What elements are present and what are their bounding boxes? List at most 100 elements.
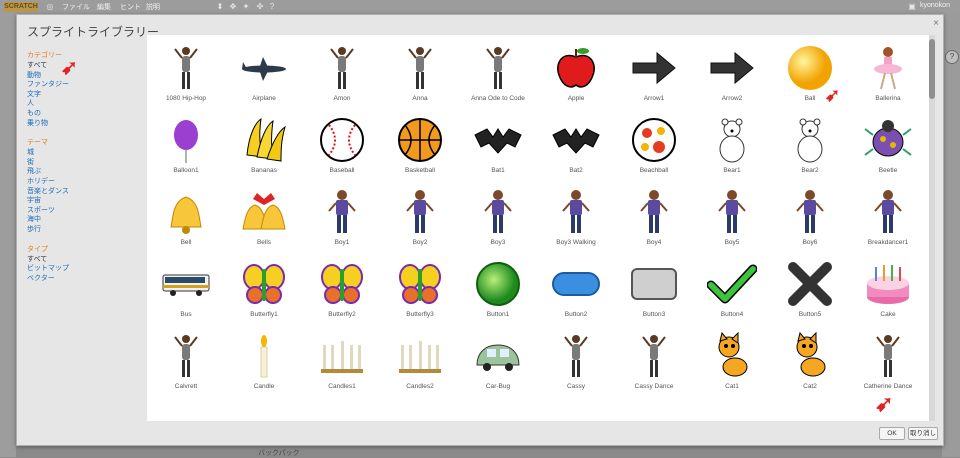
sprite-tile[interactable]: Anna — [381, 39, 459, 111]
sprite-tile[interactable]: Boy2 — [381, 183, 459, 255]
type-all[interactable]: すべて — [27, 255, 147, 265]
close-icon[interactable]: × — [933, 18, 939, 29]
theme-holiday[interactable]: ホリデー — [27, 177, 147, 187]
type-vector[interactable]: ベクター — [27, 274, 147, 284]
sprite-tile[interactable]: Arrow1 — [615, 39, 693, 111]
boy-icon — [629, 187, 679, 237]
cancel-button[interactable]: 取り消し — [908, 427, 938, 440]
menu-tips[interactable]: ヒント — [120, 2, 141, 12]
sprite-tile[interactable]: Cake — [849, 255, 927, 327]
sprite-tile[interactable]: Button4 — [693, 255, 771, 327]
sprite-tile[interactable]: Bell — [147, 183, 225, 255]
sprite-tile[interactable]: Boy4 — [615, 183, 693, 255]
sprite-tile[interactable]: Apple — [537, 39, 615, 111]
theme-underwater[interactable]: 海中 — [27, 215, 147, 225]
bat-icon — [473, 115, 523, 165]
sprite-tile[interactable]: Car-Bug — [459, 327, 537, 399]
theme-city[interactable]: 街 — [27, 158, 147, 168]
checkmark-icon — [707, 259, 757, 309]
sprite-name: Bat1 — [491, 167, 505, 174]
sprite-tile[interactable]: Beachball — [615, 111, 693, 183]
sprite-tile[interactable]: Butterfly3 — [381, 255, 459, 327]
folder-icon[interactable]: ▣ — [908, 2, 916, 11]
sprite-tile[interactable]: Button3 — [615, 255, 693, 327]
sprite-tile[interactable]: Cassy Dance — [615, 327, 693, 399]
sprite-tile[interactable]: Airplane — [225, 39, 303, 111]
globe-icon[interactable]: ◎ — [46, 2, 54, 11]
sprite-tile[interactable]: Bells — [225, 183, 303, 255]
sprite-tile[interactable]: Button5 — [771, 255, 849, 327]
sprite-tile[interactable]: Boy5 — [693, 183, 771, 255]
sprite-tile[interactable]: Cat2 — [771, 327, 849, 399]
sprite-tile[interactable]: Catherine Dance — [849, 327, 927, 399]
sprite-tile[interactable]: Bat2 — [537, 111, 615, 183]
category-people[interactable]: 人 — [27, 99, 147, 109]
category-fantasy[interactable]: ファンタジー — [27, 80, 147, 90]
sprite-tile[interactable]: Bus — [147, 255, 225, 327]
category-all[interactable]: すべて — [27, 61, 147, 71]
sprite-tile[interactable]: Candles1 — [303, 327, 381, 399]
sprite-tile[interactable]: Bat1 — [459, 111, 537, 183]
category-things[interactable]: もの — [27, 109, 147, 119]
sprite-tile[interactable]: Candles2 — [381, 327, 459, 399]
sprite-tile[interactable]: Balloon1 — [147, 111, 225, 183]
menu-about[interactable]: 説明 — [146, 2, 160, 12]
sprite-tile[interactable]: Boy1 — [303, 183, 381, 255]
sprite-tile[interactable]: Boy3 — [459, 183, 537, 255]
bus-icon — [161, 259, 211, 309]
sprite-tile[interactable]: Boy6 — [771, 183, 849, 255]
annotation-arrow-icon: ➹ — [825, 85, 841, 105]
sprite-tile[interactable]: Arrow2 — [693, 39, 771, 111]
sprite-tile[interactable]: Breakdancer1 — [849, 183, 927, 255]
type-bitmap[interactable]: ビットマップ — [27, 264, 147, 274]
sprite-name: Baseball — [329, 167, 355, 174]
dancer-icon — [551, 331, 601, 381]
menu-file[interactable]: ファイル — [62, 2, 90, 12]
airplane-icon — [239, 43, 289, 93]
category-letters[interactable]: 文字 — [27, 90, 147, 100]
sprite-tile[interactable]: Cassy — [537, 327, 615, 399]
help-icon[interactable]: ? — [268, 2, 276, 11]
sprite-name: Button1 — [486, 311, 510, 318]
sprite-tile[interactable]: Basketball — [381, 111, 459, 183]
menu-edit[interactable]: 編集 — [97, 2, 111, 12]
sprite-tile[interactable]: Button1 — [459, 255, 537, 327]
sprite-tile[interactable]: Bear2 — [771, 111, 849, 183]
sprite-tile[interactable]: Amon — [303, 39, 381, 111]
stamp-icon[interactable]: ⬍ — [216, 2, 224, 11]
theme-walking[interactable]: 歩行 — [27, 225, 147, 235]
theme-castle[interactable]: 城 — [27, 148, 147, 158]
ok-button[interactable]: OK — [879, 427, 905, 440]
scrollbar[interactable] — [929, 35, 935, 421]
sprite-tile[interactable]: Baseball — [303, 111, 381, 183]
background-panel — [0, 14, 16, 457]
sprite-tile[interactable]: Butterfly1 — [225, 255, 303, 327]
sprite-tile[interactable]: Ballerina — [849, 39, 927, 111]
theme-music-dance[interactable]: 音楽とダンス — [27, 187, 147, 197]
theme-flying[interactable]: 飛ぶ — [27, 167, 147, 177]
theme-sports[interactable]: スポーツ — [27, 206, 147, 216]
sprite-tile[interactable]: Button2 — [537, 255, 615, 327]
sprite-tile[interactable]: Butterfly2 — [303, 255, 381, 327]
sprite-tile[interactable]: Cat1 — [693, 327, 771, 399]
sprite-tile[interactable]: Boy3 Walking — [537, 183, 615, 255]
grow-icon[interactable]: ✦ — [242, 2, 250, 11]
shrink-icon[interactable]: ✜ — [256, 2, 264, 11]
sprite-tile[interactable]: 1080 Hip-Hop — [147, 39, 225, 111]
user-name[interactable]: kyonokon — [920, 2, 950, 9]
sprite-tile[interactable]: Beetle — [849, 111, 927, 183]
theme-space[interactable]: 宇宙 — [27, 196, 147, 206]
sprite-name: Candle — [253, 383, 275, 390]
sprite-tile[interactable]: Calvrett — [147, 327, 225, 399]
button-rect-icon — [629, 259, 679, 309]
category-animals[interactable]: 動物 — [27, 71, 147, 81]
sprite-tile[interactable]: Candle — [225, 327, 303, 399]
sprite-tile[interactable]: Bananas — [225, 111, 303, 183]
sprite-tile[interactable]: Anna Ode to Code — [459, 39, 537, 111]
scrollbar-thumb[interactable] — [929, 39, 935, 99]
help-button[interactable]: ? — [945, 50, 959, 64]
sprite-tile[interactable]: Bear1 — [693, 111, 771, 183]
category-transportation[interactable]: 乗り物 — [27, 119, 147, 129]
dancer-icon — [863, 331, 913, 381]
cut-icon[interactable]: ✥ — [229, 2, 237, 11]
